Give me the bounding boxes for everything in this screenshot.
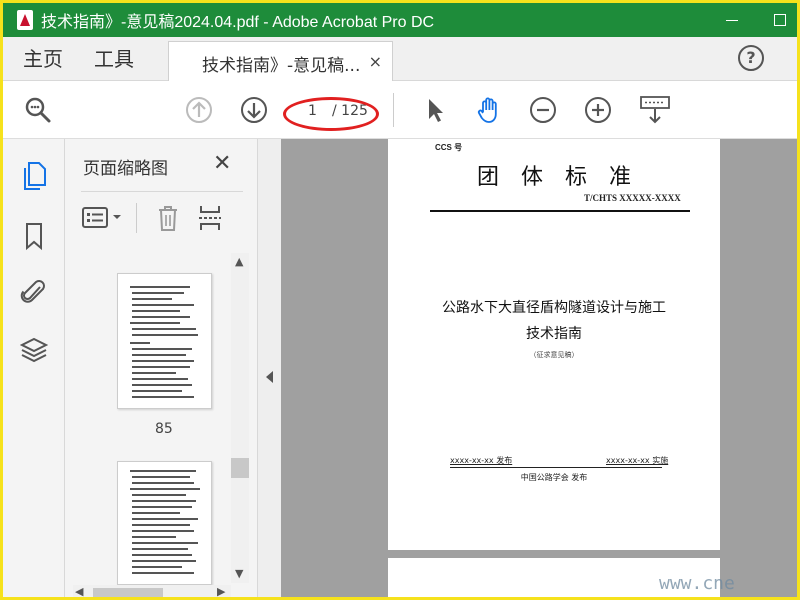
document-tab-label: 技术指南》-意见稿...: [202, 56, 361, 76]
toolbar-separator: [393, 93, 394, 127]
keyboard-scroll-icon[interactable]: [639, 95, 671, 125]
scroll-right-arrow-icon[interactable]: ▶: [217, 585, 225, 597]
thumbnail-horizontal-scrollbar[interactable]: ◀ ▶: [73, 585, 231, 597]
horizontal-scrollbar-thumb[interactable]: [93, 588, 163, 597]
thumbnails-panel: 页面缩略图 ✕ 85 ▲ ▼ ◀ ▶: [65, 139, 258, 597]
thumbnail-page-number: 85: [155, 421, 173, 437]
panel-title: 页面缩略图: [83, 159, 168, 179]
publish-date: xxxx-xx-xx 发布: [450, 456, 513, 465]
page-thumbnail-85[interactable]: [117, 273, 212, 409]
panel-tool-separator: [136, 203, 137, 233]
publishing-organization: 中国公路学会 发布: [520, 473, 588, 482]
zoom-out-icon[interactable]: [528, 95, 558, 125]
implement-date: xxxx-xx-xx 实施: [606, 456, 669, 465]
toolbar: 1 / 125: [3, 81, 797, 139]
tab-home[interactable]: 主页: [23, 37, 63, 81]
page-up-icon[interactable]: [184, 95, 214, 125]
title-bar: 技术指南》-意见稿2024.04.pdf - Adobe Acrobat Pro…: [3, 3, 797, 37]
scroll-down-arrow-icon[interactable]: ▼: [235, 567, 243, 580]
ccs-number: CCS 号: [435, 143, 463, 152]
bookmark-icon[interactable]: [20, 221, 48, 251]
select-arrow-icon[interactable]: [420, 95, 450, 125]
page-thumbnails-icon[interactable]: [20, 161, 48, 191]
maximize-button[interactable]: [773, 13, 787, 27]
thumbnail-options-icon[interactable]: [81, 203, 127, 233]
navigation-rail: [3, 139, 65, 597]
standard-heading: 团体标准: [476, 165, 653, 190]
attachment-icon[interactable]: [20, 277, 48, 307]
extract-page-icon[interactable]: [197, 203, 223, 233]
document-page: CCS 号 团体标准 T/CHTS XXXXX-XXXX 公路水下大直径盾构隧道…: [388, 139, 720, 550]
page-down-icon[interactable]: [239, 95, 269, 125]
close-panel-button[interactable]: ✕: [213, 151, 231, 176]
red-highlight-ellipse: [283, 97, 379, 131]
app-window: 技术指南》-意见稿2024.04.pdf - Adobe Acrobat Pro…: [0, 0, 800, 600]
standard-code: T/CHTS XXXXX-XXXX: [584, 193, 681, 203]
tab-bar: 主页 工具 技术指南》-意见稿... × ?: [3, 37, 797, 81]
tab-document[interactable]: 技术指南》-意见稿... ×: [168, 41, 393, 81]
tab-tools[interactable]: 工具: [94, 37, 134, 81]
help-button[interactable]: ?: [738, 45, 764, 71]
document-title-line-2: 技术指南: [526, 326, 582, 342]
scroll-up-arrow-icon[interactable]: ▲: [235, 255, 243, 268]
scroll-left-arrow-icon[interactable]: ◀: [75, 585, 83, 597]
document-title-line-1: 公路水下大直径盾构隧道设计与施工: [442, 300, 666, 316]
minimize-icon: [726, 19, 738, 21]
layers-icon[interactable]: [20, 335, 48, 365]
document-scrollbar[interactable]: [771, 139, 797, 597]
zoom-search-icon[interactable]: [23, 95, 53, 125]
close-tab-button[interactable]: ×: [369, 52, 382, 71]
maximize-icon: [774, 14, 786, 26]
panel-collapse-strip[interactable]: [258, 139, 281, 597]
acrobat-app-icon: [17, 10, 33, 30]
window-title: 技术指南》-意见稿2024.04.pdf - Adobe Acrobat Pro…: [41, 14, 435, 31]
heading-rule: [430, 210, 690, 212]
window-controls: [725, 3, 787, 37]
minimize-button[interactable]: [725, 13, 739, 27]
watermark: www.cne: [659, 573, 735, 594]
collapse-panel-arrow-icon[interactable]: [266, 371, 273, 383]
scrollbar-thumb[interactable]: [231, 458, 249, 478]
footer-rule: [450, 467, 662, 468]
zoom-in-icon[interactable]: [583, 95, 613, 125]
draft-note: （征求意见稿）: [529, 351, 579, 359]
thumbnail-vertical-scrollbar[interactable]: ▲ ▼: [231, 253, 249, 583]
page-thumbnail-86[interactable]: [117, 461, 212, 585]
delete-page-icon[interactable]: [155, 203, 181, 233]
panel-divider: [81, 191, 243, 192]
hand-tool-icon[interactable]: [474, 95, 504, 125]
